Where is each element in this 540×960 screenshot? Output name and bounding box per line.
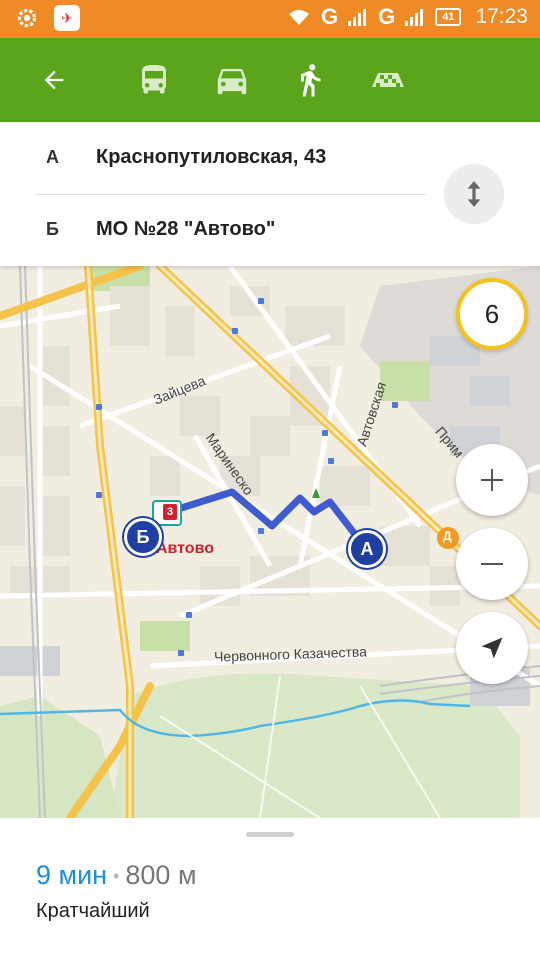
route-time: 9 мин	[36, 860, 108, 890]
swap-points-button[interactable]	[444, 164, 504, 224]
route-type-label: Кратчайший	[36, 900, 150, 922]
network-type-1: G	[320, 4, 339, 29]
map-canvas	[0, 266, 540, 818]
signal-icon	[348, 8, 368, 26]
zoom-in-button[interactable]	[456, 444, 528, 516]
route-pin-a[interactable]: А	[348, 530, 386, 568]
app-notification-icon: ✈	[54, 5, 80, 31]
minus-icon	[481, 563, 503, 565]
transport-toolbar	[0, 38, 540, 122]
mode-walk-button[interactable]	[290, 60, 330, 100]
route-to-row[interactable]: Б МО №28 "Автово"	[0, 194, 430, 266]
point-a-label: А	[46, 147, 59, 167]
mode-taxi-button[interactable]	[366, 60, 410, 100]
back-arrow-icon	[44, 70, 64, 90]
my-location-button[interactable]	[456, 612, 528, 684]
map-view[interactable]: Зайцева Маринеско Автовская Прим Червонн…	[0, 266, 540, 818]
bus-icon	[142, 65, 166, 94]
network-type-2: G	[378, 4, 396, 29]
route-pin-b[interactable]: Б	[124, 518, 162, 556]
walk-icon	[301, 64, 321, 97]
taxi-icon	[372, 73, 404, 87]
mode-bus-button[interactable]	[132, 60, 176, 100]
separator-dot: •	[113, 866, 120, 887]
route-summary: 9 мин • 800 м	[36, 860, 197, 891]
battery-icon: 41	[435, 8, 462, 26]
back-button[interactable]	[34, 60, 74, 100]
settings-gear-icon	[17, 8, 37, 28]
metro-line-number: 3	[163, 504, 177, 520]
route-distance: 800 м	[125, 860, 197, 890]
route-points-panel: А Краснопутиловская, 43 Б МО №28 "Автово…	[0, 122, 540, 266]
wifi-icon	[288, 10, 309, 25]
point-b-label: Б	[46, 219, 59, 239]
navigation-arrow-icon	[481, 637, 503, 659]
sheet-drag-handle[interactable]	[246, 832, 294, 837]
route-summary-sheet[interactable]: 9 мин • 800 м Кратчайший	[0, 818, 540, 960]
poi-d-label[interactable]: Д	[443, 529, 452, 543]
status-time: 17:23	[475, 5, 528, 28]
mode-car-button[interactable]	[210, 60, 254, 100]
from-address[interactable]: Краснопутиловская, 43	[96, 146, 326, 169]
metro-station-icon[interactable]: 3	[152, 500, 182, 526]
metro-station-label[interactable]: Автово	[156, 540, 214, 558]
status-bar: ✈ G G 41 17:23	[0, 0, 540, 38]
swap-vertical-icon	[467, 181, 481, 207]
zoom-out-button[interactable]	[456, 528, 528, 600]
traffic-level-button[interactable]: 6	[456, 278, 528, 350]
signal-icon	[405, 8, 425, 26]
plus-icon	[481, 469, 503, 491]
car-icon	[217, 68, 247, 95]
to-address[interactable]: МО №28 "Автово"	[96, 218, 275, 241]
route-from-row[interactable]: А Краснопутиловская, 43	[0, 122, 430, 194]
